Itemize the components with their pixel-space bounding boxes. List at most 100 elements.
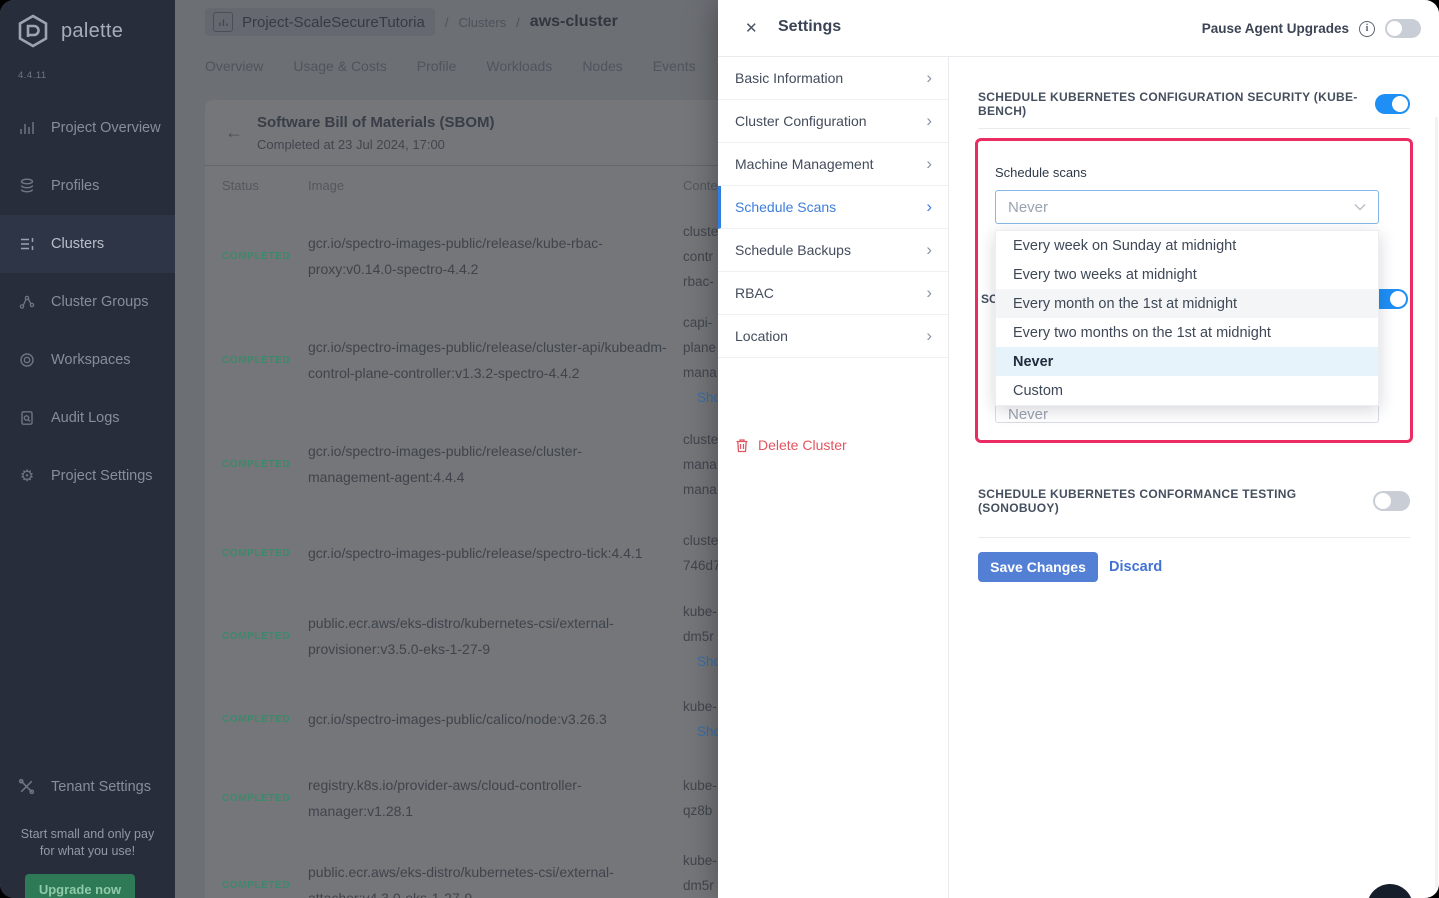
info-icon[interactable]: i xyxy=(1359,21,1375,37)
settings-menu: Basic Information › Cluster Configuration… xyxy=(718,57,949,898)
sonobuoy-label: SCHEDULE KUBERNETES CONFORMANCE TESTING … xyxy=(978,487,1373,515)
menu-label: Basic Information xyxy=(735,70,843,86)
settings-menu-item-rbac[interactable]: RBAC › xyxy=(718,272,948,315)
dropdown-option-bimonthly[interactable]: Every two months on the 1st at midnight xyxy=(996,318,1378,347)
dropdown-option-weekly[interactable]: Every week on Sunday at midnight xyxy=(996,231,1378,260)
menu-label: Machine Management xyxy=(735,156,874,172)
tab-workloads[interactable]: Workloads xyxy=(486,58,552,74)
dropdown-option-never[interactable]: Never xyxy=(996,347,1378,376)
sonobuoy-row: SCHEDULE KUBERNETES CONFORMANCE TESTING … xyxy=(978,487,1410,515)
discard-button[interactable]: Discard xyxy=(1109,559,1162,575)
image-cell: public.ecr.aws/eks-distro/kubernetes-csi… xyxy=(308,610,683,662)
back-arrow-icon[interactable]: ← xyxy=(225,122,243,143)
menu-label: Location xyxy=(735,328,788,344)
cluster-tabs: Overview Usage & Costs Profile Workloads… xyxy=(205,58,696,74)
sidebar-item-tenant-settings[interactable]: Tenant Settings xyxy=(0,760,175,814)
target-icon xyxy=(18,351,36,369)
tab-profile[interactable]: Profile xyxy=(417,58,457,74)
chevron-right-icon: › xyxy=(926,68,932,88)
sidebar-item-audit-logs[interactable]: Audit Logs xyxy=(0,389,175,447)
breadcrumb-clusters[interactable]: Clusters xyxy=(458,15,506,30)
list-icon xyxy=(18,235,36,253)
sidebar-item-project-settings[interactable]: ⚙ Project Settings xyxy=(0,447,175,505)
sidebar-item-label: Project Settings xyxy=(51,468,153,484)
sidebar-item-label: Tenant Settings xyxy=(51,779,151,795)
chart-icon xyxy=(18,119,36,137)
settings-panel: ✕ Settings Pause Agent Upgrades i Basic … xyxy=(718,0,1439,898)
close-icon[interactable]: ✕ xyxy=(745,19,758,37)
upgrade-now-button[interactable]: Upgrade now xyxy=(25,874,135,898)
highlight-box: Schedule scans Never SC Never Every week… xyxy=(975,138,1413,443)
sidebar-item-label: Clusters xyxy=(51,236,104,252)
nodes-icon xyxy=(18,293,36,311)
settings-menu-item-schedule-backups[interactable]: Schedule Backups › xyxy=(718,229,948,272)
sidebar-item-label: Cluster Groups xyxy=(51,294,149,310)
chevron-right-icon: › xyxy=(926,240,932,260)
status-badge: COMPLETED xyxy=(222,459,308,470)
status-badge: COMPLETED xyxy=(222,548,308,559)
sidebar-item-label: Audit Logs xyxy=(51,410,120,426)
brand-logo[interactable]: palette xyxy=(14,12,123,50)
menu-label: Schedule Backups xyxy=(735,242,851,258)
project-selector[interactable]: Project-ScaleSecureTutoria xyxy=(205,8,435,36)
panel-scrollbar[interactable] xyxy=(1435,117,1438,888)
schedule-scans-dropdown: Every week on Sunday at midnight Every t… xyxy=(995,230,1379,406)
status-badge: COMPLETED xyxy=(222,631,308,642)
status-badge: COMPLETED xyxy=(222,355,308,366)
sbom-subtitle: Completed at 23 Jul 2024, 17:00 xyxy=(257,137,445,152)
sidebar-item-cluster-groups[interactable]: Cluster Groups xyxy=(0,273,175,331)
image-cell: registry.k8s.io/provider-aws/cloud-contr… xyxy=(308,772,683,824)
divider xyxy=(978,537,1410,538)
dropdown-option-monthly[interactable]: Every month on the 1st at midnight xyxy=(996,289,1378,318)
sonobuoy-toggle[interactable] xyxy=(1373,491,1410,511)
settings-menu-item-location[interactable]: Location› xyxy=(718,315,948,358)
doc-search-icon xyxy=(18,409,36,427)
breadcrumb-separator: / xyxy=(516,15,520,30)
tools-icon xyxy=(18,778,36,796)
breadcrumb: Project-ScaleSecureTutoria / Clusters / … xyxy=(205,8,618,36)
chevron-right-icon: › xyxy=(926,283,932,303)
settings-header: ✕ Settings Pause Agent Upgrades i xyxy=(718,0,1439,57)
trash-icon xyxy=(735,438,749,453)
menu-label: RBAC xyxy=(735,285,774,301)
settings-menu-item-machine-management[interactable]: Machine Management› xyxy=(718,143,948,186)
sidebar-item-project-overview[interactable]: Project Overview xyxy=(0,99,175,157)
status-badge: COMPLETED xyxy=(222,880,308,891)
app-version: 4.4.11 xyxy=(18,70,47,81)
sidebar-item-label: Project Overview xyxy=(51,120,161,136)
sidebar-item-workspaces[interactable]: Workspaces xyxy=(0,331,175,389)
settings-menu-item-basic-information[interactable]: Basic Information › xyxy=(718,57,948,100)
settings-menu-item-schedule-scans[interactable]: Schedule Scans› xyxy=(718,186,948,229)
sidebar-item-clusters[interactable]: Clusters xyxy=(0,215,175,273)
dropdown-option-custom[interactable]: Custom xyxy=(996,376,1378,405)
column-status: Status xyxy=(222,178,259,193)
chevron-right-icon: › xyxy=(926,111,932,131)
breadcrumb-project: Project-ScaleSecureTutoria xyxy=(242,14,425,31)
menu-label: Cluster Configuration xyxy=(735,113,867,129)
select-value: Never xyxy=(1008,406,1048,423)
tab-usage-costs[interactable]: Usage & Costs xyxy=(293,58,386,74)
image-cell: gcr.io/spectro-images-public/release/clu… xyxy=(308,334,683,386)
delete-cluster-label: Delete Cluster xyxy=(758,437,847,453)
divider xyxy=(978,128,1410,129)
pause-agent-upgrades-toggle[interactable] xyxy=(1385,19,1421,38)
image-cell: gcr.io/spectro-images-public/release/clu… xyxy=(308,438,683,490)
gear-icon: ⚙ xyxy=(18,467,36,485)
settings-menu-item-cluster-configuration[interactable]: Cluster Configuration › xyxy=(718,100,948,143)
tab-events[interactable]: Events xyxy=(653,58,696,74)
tab-overview[interactable]: Overview xyxy=(205,58,263,74)
settings-content: SCHEDULE KUBERNETES CONFIGURATION SECURI… xyxy=(949,57,1439,898)
app-window: palette 4.4.11 Project Overview Profiles xyxy=(0,0,1439,898)
status-badge: COMPLETED xyxy=(222,714,308,725)
sidebar-item-profiles[interactable]: Profiles xyxy=(0,157,175,215)
kube-bench-row: SCHEDULE KUBERNETES CONFIGURATION SECURI… xyxy=(978,90,1410,118)
delete-cluster-button[interactable]: Delete Cluster xyxy=(718,425,948,465)
dropdown-option-biweekly[interactable]: Every two weeks at midnight xyxy=(996,260,1378,289)
sidebar-nav: Project Overview Profiles Clusters Clust… xyxy=(0,99,175,505)
save-changes-button[interactable]: Save Changes xyxy=(978,552,1098,582)
schedule-scans-select[interactable]: Never xyxy=(995,190,1379,224)
sidebar-item-label: Profiles xyxy=(51,178,99,194)
kube-bench-toggle[interactable] xyxy=(1375,94,1410,114)
settings-title: Settings xyxy=(778,18,841,36)
tab-nodes[interactable]: Nodes xyxy=(582,58,622,74)
